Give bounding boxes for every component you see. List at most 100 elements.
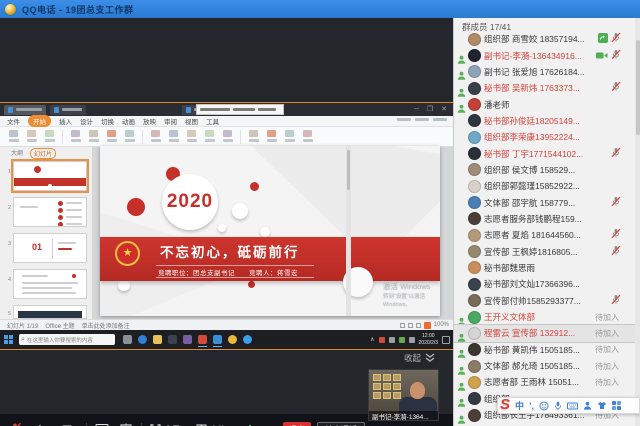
sogou-clothes-icon[interactable] — [597, 401, 607, 410]
member-row[interactable]: 志愿者服务部钱鹏程159... — [454, 211, 635, 227]
notification-center-icon[interactable] — [442, 336, 450, 344]
ribbon-tool-icon[interactable] — [70, 130, 81, 143]
qq-blue-icon[interactable] — [213, 335, 222, 344]
photos-icon[interactable] — [183, 335, 192, 344]
member-row[interactable]: 副书记 张爱旭 17626184... — [454, 64, 635, 80]
input-mode-toggle[interactable]: 中 — [515, 399, 524, 412]
menu-item-9[interactable]: 工具 — [206, 116, 219, 126]
ribbon-tool-icon[interactable] — [26, 130, 37, 143]
whiteboard-icon[interactable] — [119, 423, 133, 426]
screen-share-icon[interactable] — [95, 423, 109, 426]
menu-item-7[interactable]: 审阅 — [164, 116, 177, 126]
start-button-icon[interactable] — [4, 335, 14, 345]
menu-item-1[interactable]: 开始 — [28, 115, 51, 127]
tray-expand-icon[interactable]: ∧ — [370, 336, 374, 343]
ribbon-tool-icon[interactable] — [302, 130, 313, 143]
ribbon-tool-icon[interactable] — [106, 130, 117, 143]
ppt-doc-tab[interactable] — [50, 105, 86, 115]
tab-slides[interactable]: 幻灯片 — [30, 148, 56, 159]
sogou-keyboard-icon[interactable] — [567, 402, 578, 410]
sorter-view-icon[interactable] — [408, 323, 413, 328]
skype-blue-icon[interactable] — [243, 335, 252, 344]
ppt-document-tabbar[interactable]: + ─ ❐ ✕ — [0, 103, 453, 116]
ribbon-tool-icon[interactable] — [222, 130, 233, 143]
member-row[interactable]: 秘书部 丁宇1771544102... — [454, 145, 635, 161]
tray-icon[interactable] — [379, 337, 385, 343]
taskbar-search-input[interactable]: ⌕ 在这里输入你要搜索的内容 — [19, 334, 115, 345]
ribbon-tool-icon[interactable] — [88, 130, 99, 143]
member-row[interactable]: 宣传部付帅1585293377... — [454, 293, 635, 309]
ribbon-tool-icon[interactable] — [186, 130, 197, 143]
sidebar-scrollbar[interactable] — [635, 18, 640, 426]
member-row[interactable]: 王开义文体部 待加入 — [454, 309, 635, 325]
member-row[interactable]: 秘书部孙俊廷18205149... — [454, 113, 635, 129]
tray-icon[interactable] — [399, 337, 405, 343]
sogou-yellow-icon[interactable] — [228, 335, 237, 344]
ribbon-tool-icon[interactable] — [124, 130, 135, 143]
member-row[interactable]: 副书记-李漪-136434916... — [454, 47, 635, 63]
slide-thumbnail-1[interactable] — [13, 161, 87, 191]
exit-button[interactable]: 退出 — [283, 422, 311, 426]
ribbon-tool-icon[interactable] — [150, 130, 161, 143]
reading-view-icon[interactable] — [416, 323, 421, 328]
menu-item-8[interactable]: 视图 — [185, 116, 198, 126]
system-tray[interactable]: ∧ 12:00 2020/2/3 — [370, 333, 450, 346]
sogou-emoji-icon[interactable] — [539, 401, 549, 411]
member-row[interactable]: 宣传部 王枫婷1816805... — [454, 243, 635, 259]
qq-red-icon[interactable] — [198, 335, 207, 344]
mic-muted-red-icon[interactable] — [8, 422, 22, 426]
taskbar-app-icons[interactable] — [123, 335, 252, 344]
ribbon-tool-icon[interactable] — [204, 130, 215, 143]
member-row[interactable]: 程雷云 宣传部 132912... 待加入 — [454, 325, 635, 341]
windows-taskbar[interactable]: ⌕ 在这里输入你要搜索的内容 ∧ 12:00 2020/2/3 — [0, 330, 453, 349]
slide-scrollbar[interactable] — [346, 146, 351, 316]
ribbon-tool-icon[interactable] — [248, 130, 259, 143]
member-row[interactable]: 秘书部 吴新炜 1763373... — [454, 80, 635, 96]
tab-outline[interactable]: 大纲 — [8, 148, 26, 159]
member-row[interactable]: 志愿者 夏焰 181644560... — [454, 227, 635, 243]
collapse-panel-button[interactable]: 收起 — [404, 352, 436, 364]
member-row[interactable]: 文体部 邵宇航 158779... — [454, 194, 635, 210]
menu-item-2[interactable]: 插入 — [59, 116, 72, 126]
member-row[interactable]: 组织部郭懿瑾15852922... — [454, 178, 635, 194]
member-row[interactable]: 志愿者部 王雨林 15051... 待加入 — [454, 374, 635, 390]
menu-item-6[interactable]: 放映 — [143, 116, 156, 126]
tray-icon[interactable] — [389, 337, 395, 343]
sogou-input-toolbar[interactable]: S 中 ’, — [497, 397, 640, 414]
notes-placeholder[interactable]: 单击此处添加备注 — [82, 321, 130, 330]
ppt-menu-bar[interactable]: 文件开始插入设计切换动画放映审阅视图工具 — [0, 116, 453, 127]
menu-item-0[interactable]: 文件 — [7, 116, 20, 126]
member-row[interactable]: 秘书部刘文灿17366396... — [454, 276, 635, 292]
edge-browser-icon[interactable] — [138, 335, 147, 344]
member-row[interactable]: 组织部 商雪姣 18357194... — [454, 31, 635, 47]
menu-item-4[interactable]: 切换 — [101, 116, 114, 126]
slide-thumbnail-3[interactable]: 01 — [13, 233, 87, 263]
self-video-thumbnail[interactable]: 副书记-李漪-1364... — [368, 369, 439, 421]
slide-thumbnail-2[interactable] — [13, 197, 87, 227]
ppt-ribbon[interactable] — [0, 127, 453, 147]
panel-tabs[interactable]: 大纲 幻灯片 — [8, 148, 56, 159]
ppt-doc-tab[interactable] — [4, 105, 46, 115]
sogou-skin-icon[interactable] — [583, 401, 592, 410]
menu-item-3[interactable]: 设计 — [80, 116, 93, 126]
member-row[interactable]: 组织部李荣康13952224... — [454, 129, 635, 145]
sogou-logo-icon[interactable]: S — [500, 397, 510, 412]
settings-icon[interactable] — [123, 335, 132, 344]
member-row[interactable]: 潘老师 — [454, 96, 635, 112]
member-row[interactable]: 秘书部魏思雨 — [454, 260, 635, 276]
end-call-button[interactable]: 结束通话 — [317, 422, 365, 426]
title-bar[interactable]: QQ电话 - 19团总支工作群 — [0, 0, 640, 18]
menu-right-tools[interactable] — [397, 118, 447, 121]
sogou-toolbox-icon[interactable] — [612, 401, 621, 410]
display-icon[interactable] — [168, 335, 177, 344]
normal-view-icon[interactable] — [400, 323, 405, 328]
ribbon-tool-icon[interactable] — [8, 130, 19, 143]
status-right-tools[interactable]: 100% — [400, 322, 449, 329]
ribbon-tool-icon[interactable] — [266, 130, 277, 143]
member-row[interactable]: 文体部 郝允琦 1505185... 待加入 — [454, 358, 635, 374]
slideshow-play-icon[interactable] — [424, 322, 431, 329]
ppt-window-controls[interactable]: ─ ❐ ✕ — [414, 105, 450, 113]
tray-icon[interactable] — [409, 337, 415, 343]
sogou-voice-icon[interactable] — [554, 401, 562, 411]
member-row[interactable]: 秘书部 黄凯伟 1505185... 待加入 — [454, 342, 635, 358]
